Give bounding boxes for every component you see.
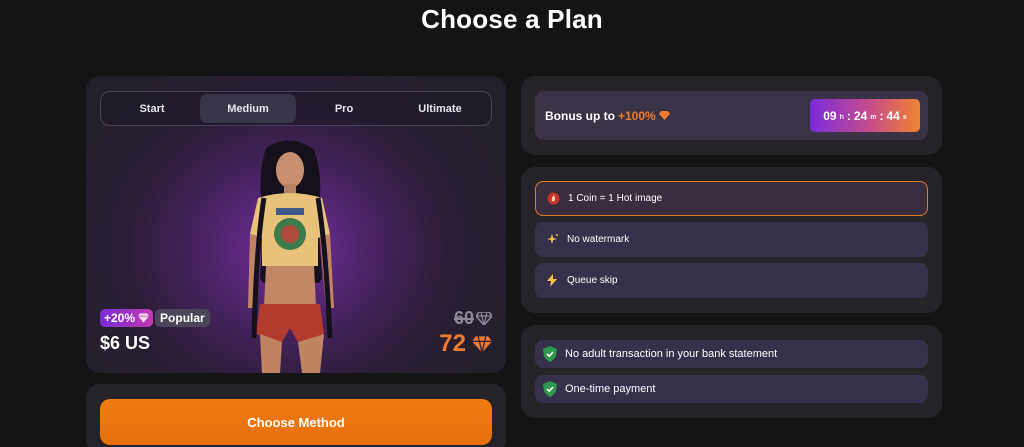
choose-method-button[interactable]: Choose Method <box>100 399 492 445</box>
bonus-card: Bonus up to +100% 09 h : 24 m : 44 s <box>521 76 942 155</box>
sparkle-icon <box>545 233 559 247</box>
page-title: Choose a Plan <box>421 4 603 34</box>
plan-card: Start Medium Pro Ultimate +20% Popular $… <box>86 76 506 373</box>
timer-minutes-unit: m <box>870 114 877 121</box>
tab-start[interactable]: Start <box>104 94 200 123</box>
tab-medium[interactable]: Medium <box>200 94 296 123</box>
bonus-highlight: +100% <box>617 108 656 123</box>
shield-check-icon <box>543 346 557 362</box>
timer-seconds: 44 <box>886 108 900 123</box>
diamond-icon <box>472 335 492 353</box>
diamond-icon <box>138 313 150 323</box>
trust-item-bank-statement: No adult transaction in your bank statem… <box>535 340 928 368</box>
old-coins-value: 60 <box>453 308 474 328</box>
timer-seconds-unit: s <box>902 114 907 121</box>
diamond-icon <box>658 111 670 120</box>
feature-item-queue: Queue skip <box>535 263 928 298</box>
features-card: 1 Coin = 1 Hot image No watermark Queue … <box>521 167 942 313</box>
method-card: Choose Method <box>86 384 506 447</box>
plan-badges: +20% Popular <box>100 309 210 327</box>
feature-label: 1 Coin = 1 Hot image <box>568 193 663 204</box>
timer-hours-unit: h <box>839 114 844 121</box>
trust-card: No adult transaction in your bank statem… <box>521 325 942 418</box>
trust-label: One-time payment <box>565 383 656 395</box>
bonus-text: Bonus up to +100% <box>545 109 670 123</box>
timer-hours: 09 <box>823 108 837 123</box>
flame-coin-icon <box>546 192 560 206</box>
feature-item-watermark: No watermark <box>535 222 928 257</box>
countdown-timer: 09 h : 24 m : 44 s <box>810 99 920 132</box>
bonus-percent-badge: +20% <box>100 309 154 327</box>
new-coins: 72 <box>439 330 492 358</box>
trust-label: No adult transaction in your bank statem… <box>565 348 778 360</box>
timer-minutes: 24 <box>853 108 868 123</box>
trust-item-one-time: One-time payment <box>535 375 928 403</box>
lightning-icon <box>545 274 559 288</box>
plan-tabs: Start Medium Pro Ultimate <box>100 91 492 126</box>
old-coins: 60 <box>454 308 492 329</box>
shield-check-icon <box>543 381 557 397</box>
feature-item-coin[interactable]: 1 Coin = 1 Hot image <box>535 181 928 216</box>
plan-price: $6 US <box>100 333 151 353</box>
bonus-banner: Bonus up to +100% 09 h : 24 m : 44 s <box>535 91 928 140</box>
timer-separator: : <box>846 108 851 123</box>
tab-pro[interactable]: Pro <box>296 94 392 123</box>
bonus-prefix: Bonus up to <box>545 108 615 123</box>
plan-preview-image <box>248 140 334 373</box>
timer-separator: : <box>879 108 884 123</box>
tab-ultimate[interactable]: Ultimate <box>392 94 488 123</box>
feature-label: No watermark <box>567 234 630 245</box>
feature-label: Queue skip <box>567 275 618 286</box>
diamond-icon <box>476 312 492 325</box>
bonus-percent-label: +20% <box>104 311 136 325</box>
new-coins-value: 72 <box>439 330 466 357</box>
popular-badge: Popular <box>155 309 210 327</box>
